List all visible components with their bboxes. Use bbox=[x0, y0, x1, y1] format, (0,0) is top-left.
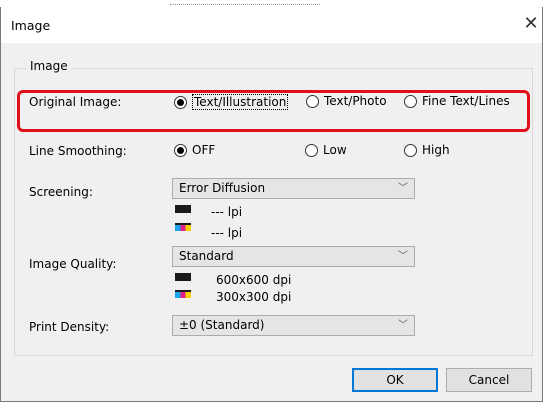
radio-off-label: OFF bbox=[192, 143, 216, 157]
screening-select[interactable]: Error Diffusion ﹀ bbox=[172, 178, 415, 199]
radio-selected-icon bbox=[174, 143, 187, 157]
radio-off[interactable]: OFF bbox=[174, 143, 215, 157]
chevron-down-icon: ﹀ bbox=[398, 320, 408, 331]
background-window-edge bbox=[170, 0, 320, 5]
radio-fine-text-lines-label: Fine Text/Lines bbox=[422, 94, 510, 108]
cancel-button[interactable]: Cancel bbox=[446, 368, 532, 392]
radio-low-label: Low bbox=[323, 143, 347, 157]
radio-unselected-icon bbox=[404, 94, 417, 108]
radio-low[interactable]: Low bbox=[305, 143, 347, 157]
radio-high[interactable]: High bbox=[404, 143, 450, 157]
line-smoothing-label: Line Smoothing: bbox=[29, 144, 127, 158]
print-density-value: ±0 (Standard) bbox=[179, 318, 265, 332]
screening-value: Error Diffusion bbox=[179, 181, 266, 195]
close-icon[interactable]: ✕ bbox=[521, 13, 541, 35]
radio-fine-text-lines[interactable]: Fine Text/Lines bbox=[404, 94, 510, 108]
print-density-label: Print Density: bbox=[29, 320, 110, 334]
radio-text-illustration[interactable]: Text/Illustration bbox=[174, 94, 289, 110]
print-density-select[interactable]: ±0 (Standard) ﹀ bbox=[172, 315, 415, 336]
radio-high-label: High bbox=[422, 143, 450, 157]
radio-unselected-icon bbox=[404, 143, 417, 157]
mono-swatch-icon bbox=[175, 205, 191, 213]
screening-mono-lpi: --- lpi bbox=[211, 205, 243, 219]
image-quality-value: Standard bbox=[179, 249, 234, 263]
radio-text-photo[interactable]: Text/Photo bbox=[306, 94, 387, 108]
mono-swatch-icon bbox=[175, 273, 191, 281]
chevron-down-icon: ﹀ bbox=[398, 183, 408, 194]
image-quality-color-dpi: 300x300 dpi bbox=[216, 290, 292, 304]
radio-selected-icon bbox=[174, 95, 187, 109]
original-image-label: Original Image: bbox=[29, 95, 122, 109]
image-quality-label: Image Quality: bbox=[29, 257, 117, 271]
radio-text-photo-label: Text/Photo bbox=[324, 94, 387, 108]
screening-color-lpi: --- lpi bbox=[211, 226, 243, 240]
dialog-title: Image bbox=[11, 18, 51, 33]
title-bar: Image ✕ bbox=[1, 7, 542, 43]
image-quality-mono-dpi: 600x600 dpi bbox=[216, 273, 292, 287]
ok-button[interactable]: OK bbox=[352, 368, 438, 392]
color-swatch-icon bbox=[175, 290, 191, 298]
top-strip bbox=[0, 0, 544, 7]
screening-label: Screening: bbox=[29, 185, 93, 199]
color-swatch-icon bbox=[175, 223, 191, 231]
image-dialog: Image ✕ Image Original Image: Text/Illus… bbox=[0, 7, 543, 402]
radio-text-illustration-label: Text/Illustration bbox=[192, 94, 289, 110]
chevron-down-icon: ﹀ bbox=[398, 251, 408, 262]
radio-unselected-icon bbox=[305, 143, 318, 157]
image-quality-select[interactable]: Standard ﹀ bbox=[172, 246, 415, 267]
radio-unselected-icon bbox=[306, 94, 319, 108]
group-label: Image bbox=[26, 59, 72, 73]
